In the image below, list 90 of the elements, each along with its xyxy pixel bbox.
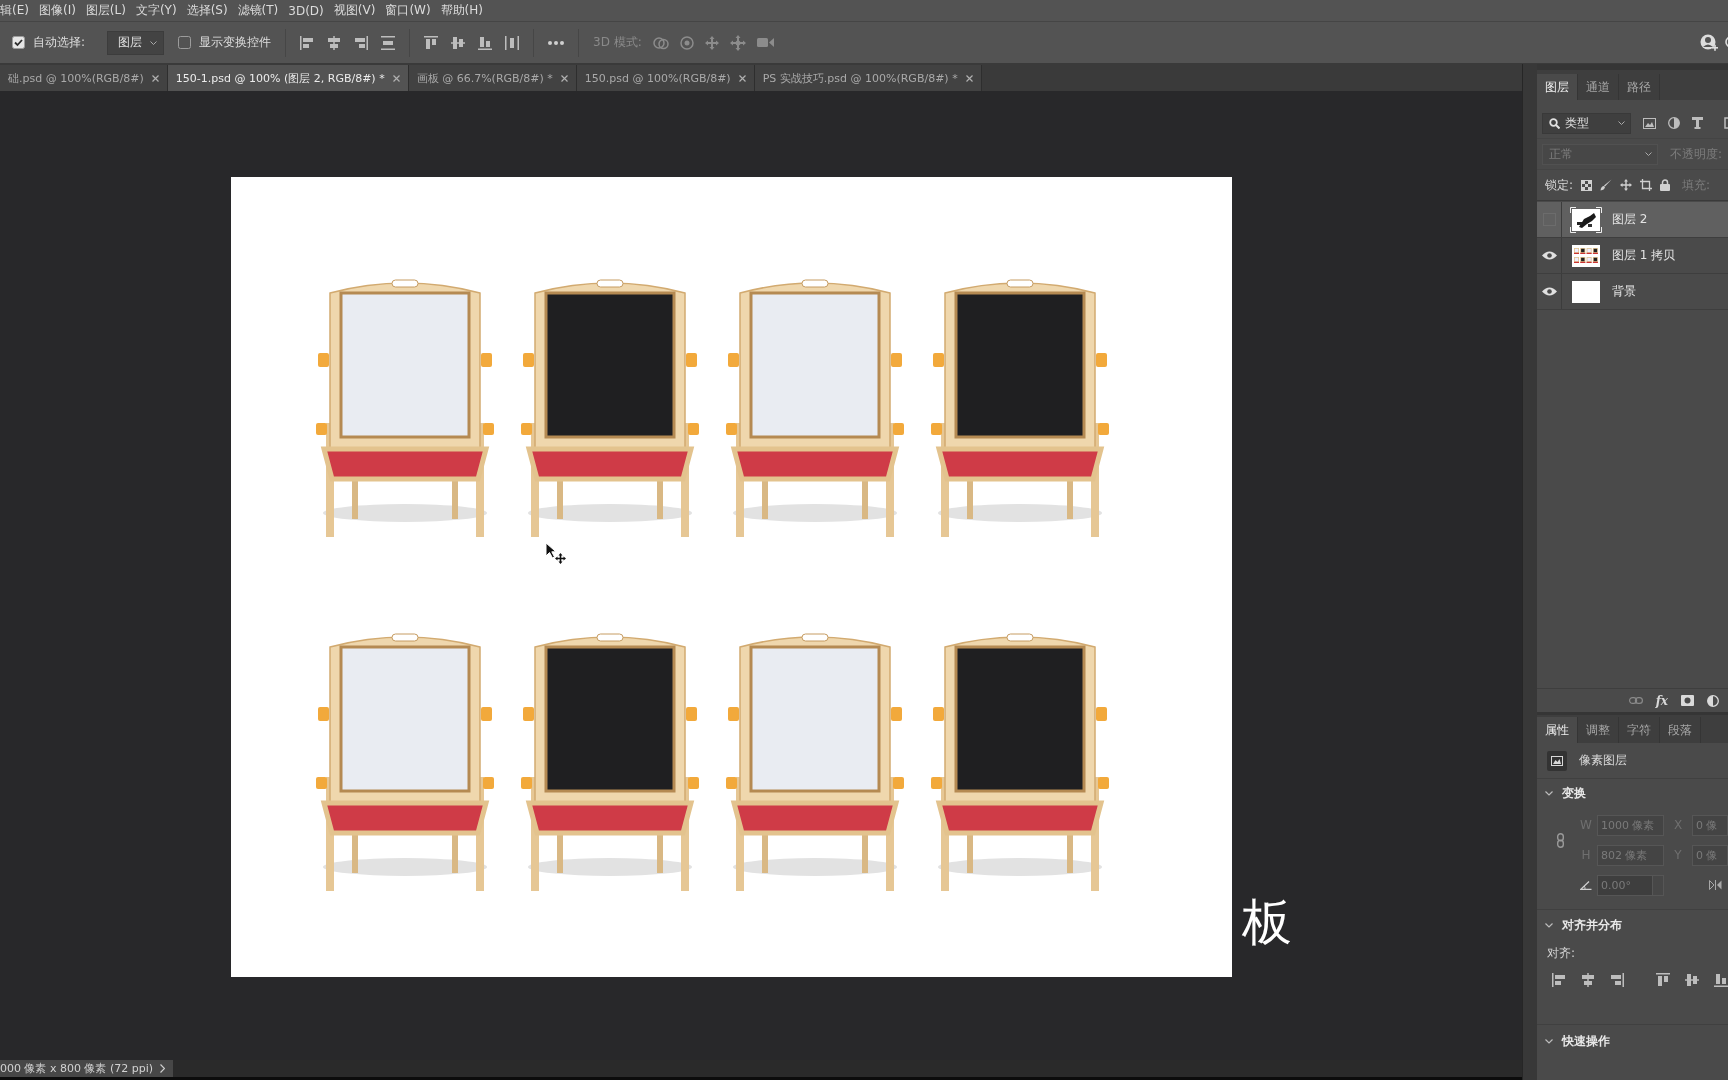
document-tab[interactable]: 150.psd @ 100%(RGB/8#): [576, 65, 755, 91]
more-icon[interactable]: [548, 40, 565, 45]
menu-item[interactable]: 3D(D): [283, 3, 329, 18]
section-title: 变换: [1562, 784, 1586, 802]
panel-tab[interactable]: 字符: [1619, 717, 1660, 743]
menu-item[interactable]: 图层(L): [80, 2, 131, 19]
menu-item[interactable]: 帮助(H): [435, 2, 488, 19]
align-left-icon[interactable]: [1552, 973, 1566, 987]
lock-label: 锁定:: [1545, 176, 1574, 194]
checkerboard-icon[interactable]: [1581, 179, 1593, 191]
caret-icon: [1645, 152, 1652, 156]
close-icon[interactable]: [151, 74, 159, 82]
crop-icon[interactable]: [1640, 179, 1653, 191]
document-tab[interactable]: 150-1.psd @ 100% (图层 2, RGB/8#) *: [167, 65, 409, 91]
angle-icon: [1580, 880, 1592, 890]
eye-icon[interactable]: [1541, 251, 1557, 260]
align-middle-icon[interactable]: [1685, 973, 1699, 987]
document-tab[interactable]: 画板 @ 66.7%(RGB/8#) *: [408, 65, 577, 91]
caret-icon: [150, 40, 158, 45]
document-tab[interactable]: 础.psd @ 100%(RGB/8#): [0, 65, 168, 91]
menu-item[interactable]: 文字(Y): [130, 2, 182, 19]
align-top-icon[interactable]: [424, 35, 439, 50]
align-bottom-icon[interactable]: [1714, 973, 1728, 987]
menu-item[interactable]: 滤镜(T): [232, 2, 284, 19]
layer-row[interactable]: 图层 2: [1537, 202, 1728, 238]
align-left-icon[interactable]: [300, 35, 315, 50]
flip-icon[interactable]: [1709, 880, 1722, 890]
menu-item[interactable]: 视图(V): [328, 2, 381, 19]
align-middle-icon[interactable]: [451, 35, 466, 50]
close-icon[interactable]: [965, 74, 973, 82]
layer-name: 图层 1 拷贝: [1612, 247, 1676, 264]
align-right-icon[interactable]: [354, 35, 369, 50]
panel-tab[interactable]: 段落: [1660, 717, 1701, 743]
layer-select-dropdown[interactable]: 图层: [107, 30, 165, 55]
align-right-icon[interactable]: [1610, 973, 1624, 987]
search-icon: [1549, 117, 1560, 129]
half-circle-icon[interactable]: [1668, 117, 1680, 129]
layer-row[interactable]: 图层 1 拷贝: [1537, 238, 1728, 274]
align-label: 对齐:: [1546, 944, 1577, 962]
auto-select-label: 自动选择:: [33, 34, 86, 51]
adjustment-icon[interactable]: [1707, 694, 1719, 707]
move-cursor-icon: [545, 542, 566, 564]
align-center-icon[interactable]: [1581, 973, 1595, 987]
document-size-text: 000 像素 x 800 像素 (72 ppi): [0, 1061, 154, 1076]
user-plus-icon[interactable]: [1700, 33, 1718, 52]
menu-item[interactable]: 辑(E): [0, 2, 34, 19]
close-icon[interactable]: [560, 74, 568, 82]
checkbox[interactable]: [12, 36, 25, 49]
section-title: 快速操作: [1562, 1032, 1610, 1050]
chevron-icon[interactable]: [1545, 1038, 1553, 1044]
lock-icon[interactable]: [1660, 179, 1671, 191]
subtitle-text: 板: [1242, 897, 1292, 947]
layer-name: 背景: [1612, 283, 1636, 300]
layer-type-label: 像素图层: [1579, 752, 1627, 769]
distribute-rows-icon[interactable]: [381, 35, 396, 50]
align-center-icon[interactable]: [327, 35, 342, 50]
mask-icon[interactable]: [1681, 695, 1694, 706]
panel-tab[interactable]: 调整: [1578, 717, 1619, 743]
menu-item[interactable]: 图像(I): [33, 2, 81, 19]
image-icon: [1547, 750, 1567, 771]
layer-row[interactable]: 背景: [1537, 274, 1728, 310]
panel-tab[interactable]: 通道: [1578, 74, 1619, 100]
layer-name: 图层 2: [1612, 211, 1648, 228]
move-icon[interactable]: [1620, 179, 1633, 191]
filter-dropdown[interactable]: 类型: [1542, 112, 1631, 134]
menu-item[interactable]: 窗口(W): [380, 2, 436, 19]
image-icon[interactable]: [1643, 117, 1656, 129]
text-icon[interactable]: [1692, 117, 1703, 129]
align-bottom-icon[interactable]: [478, 35, 493, 50]
panel-tab[interactable]: 属性: [1537, 717, 1578, 743]
menu-item[interactable]: 选择(S): [181, 2, 233, 19]
close-icon[interactable]: [738, 74, 746, 82]
chevron-icon[interactable]: [1545, 922, 1553, 928]
effects-button[interactable]: fx: [1655, 693, 1668, 708]
checkbox[interactable]: [178, 36, 192, 49]
caret-icon: [1618, 121, 1625, 125]
align-top-icon[interactable]: [1656, 973, 1670, 987]
brush-icon[interactable]: [1600, 179, 1613, 191]
distribute-columns-icon[interactable]: [505, 35, 520, 50]
link-icon[interactable]: [1628, 697, 1643, 704]
panel-tab[interactable]: 路径: [1619, 74, 1660, 100]
eye-icon[interactable]: [1541, 287, 1557, 296]
document-tab[interactable]: PS 实战技巧.psd @ 100%(RGB/8#) *: [754, 65, 982, 91]
close-icon[interactable]: [392, 74, 400, 82]
transform-controls-label: 显示变换控件: [199, 34, 272, 51]
chevron-right-icon[interactable]: [160, 1064, 166, 1073]
chain-link-icon[interactable]: [1556, 832, 1564, 848]
search-icon[interactable]: [1724, 35, 1728, 50]
section-title: 对齐并分布: [1562, 916, 1622, 934]
panel-tab[interactable]: 图层: [1537, 74, 1578, 100]
